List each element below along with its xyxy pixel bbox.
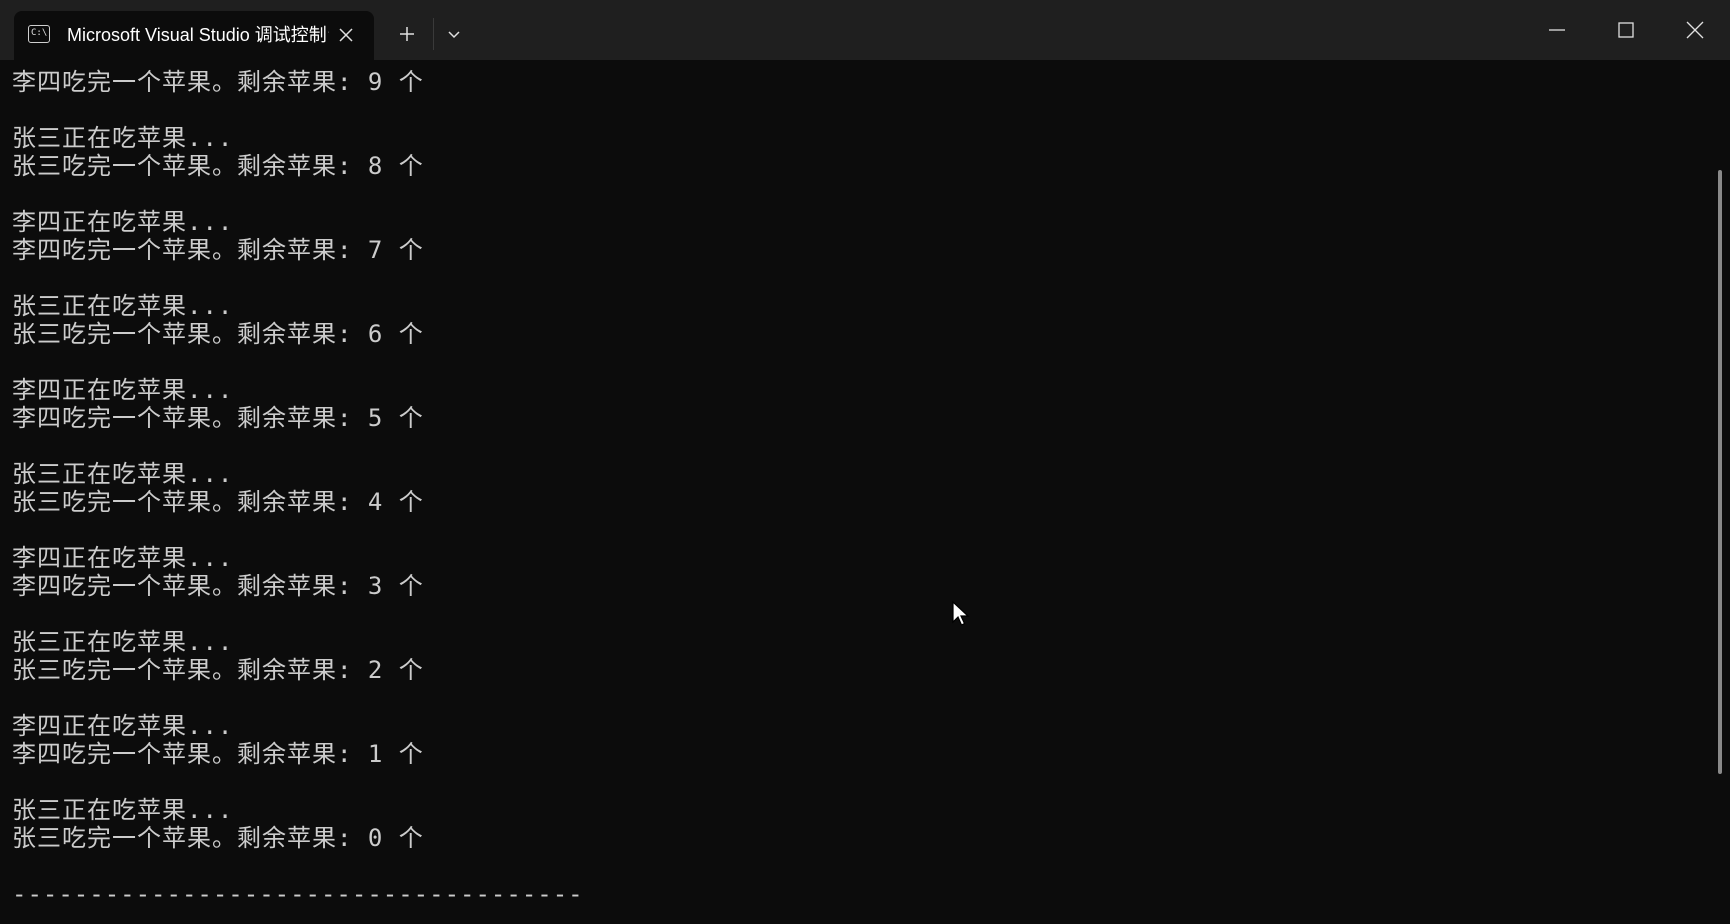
plus-icon: [400, 27, 414, 41]
console-line: 李四吃完一个苹果。剩余苹果: 1 个: [12, 740, 424, 768]
tab-debug-console[interactable]: C:\ Microsoft Visual Studio 调试控制台: [14, 11, 374, 60]
tab-title: Microsoft Visual Studio 调试控制台: [67, 25, 329, 45]
scrollbar-thumb[interactable]: [1718, 170, 1722, 774]
tab-close-button[interactable]: [335, 24, 357, 46]
console-line: 张三正在吃苹果...: [12, 460, 234, 488]
console-line: 李四正在吃苹果...: [12, 376, 234, 404]
minimize-button[interactable]: [1539, 14, 1575, 46]
new-tab-button[interactable]: [393, 20, 421, 48]
console-line: 张三吃完一个苹果。剩余苹果: 8 个: [12, 152, 424, 180]
mouse-pointer-icon: [951, 600, 971, 628]
console-line: 张三吃完一个苹果。剩余苹果: 4 个: [12, 488, 424, 516]
console-line: 李四吃完一个苹果。剩余苹果: 5 个: [12, 404, 424, 432]
title-bar: C:\ Microsoft Visual Studio 调试控制台: [0, 0, 1730, 60]
close-icon: [339, 28, 353, 42]
console-line: 李四吃完一个苹果。剩余苹果: 7 个: [12, 236, 424, 264]
console-line: 张三正在吃苹果...: [12, 796, 234, 824]
console-icon-label: C:\: [31, 28, 48, 38]
console-line: 张三吃完一个苹果。剩余苹果: 6 个: [12, 320, 424, 348]
chevron-down-icon: [448, 31, 460, 39]
maximize-button[interactable]: [1608, 14, 1644, 46]
console-line: 张三吃完一个苹果。剩余苹果: 0 个: [12, 824, 424, 852]
close-icon: [1686, 21, 1704, 39]
close-window-button[interactable]: [1677, 14, 1713, 46]
console-line: 李四正在吃苹果...: [12, 712, 234, 740]
maximize-icon: [1618, 22, 1634, 38]
console-line: 李四吃完一个苹果。剩余苹果: 9 个: [12, 68, 424, 96]
tab-separator: [433, 18, 434, 50]
console-line: 张三正在吃苹果...: [12, 292, 234, 320]
console-output[interactable]: 李四吃完一个苹果。剩余苹果: 9 个张三正在吃苹果... 张三吃完一个苹果。剩余苹…: [12, 68, 1702, 924]
console-line: 张三吃完一个苹果。剩余苹果: 2 个: [12, 656, 424, 684]
console-line: 张三正在吃苹果...: [12, 124, 234, 152]
console-line: 李四正在吃苹果...: [12, 208, 234, 236]
console-line: -------------------------------------: [12, 880, 584, 908]
tab-dropdown-button[interactable]: [440, 20, 468, 48]
minimize-icon: [1549, 29, 1565, 31]
console-icon: C:\: [28, 25, 50, 43]
console-line: 李四正在吃苹果...: [12, 544, 234, 572]
console-line: 李四吃完一个苹果。剩余苹果: 3 个: [12, 572, 424, 600]
console-line: 张三正在吃苹果...: [12, 628, 234, 656]
